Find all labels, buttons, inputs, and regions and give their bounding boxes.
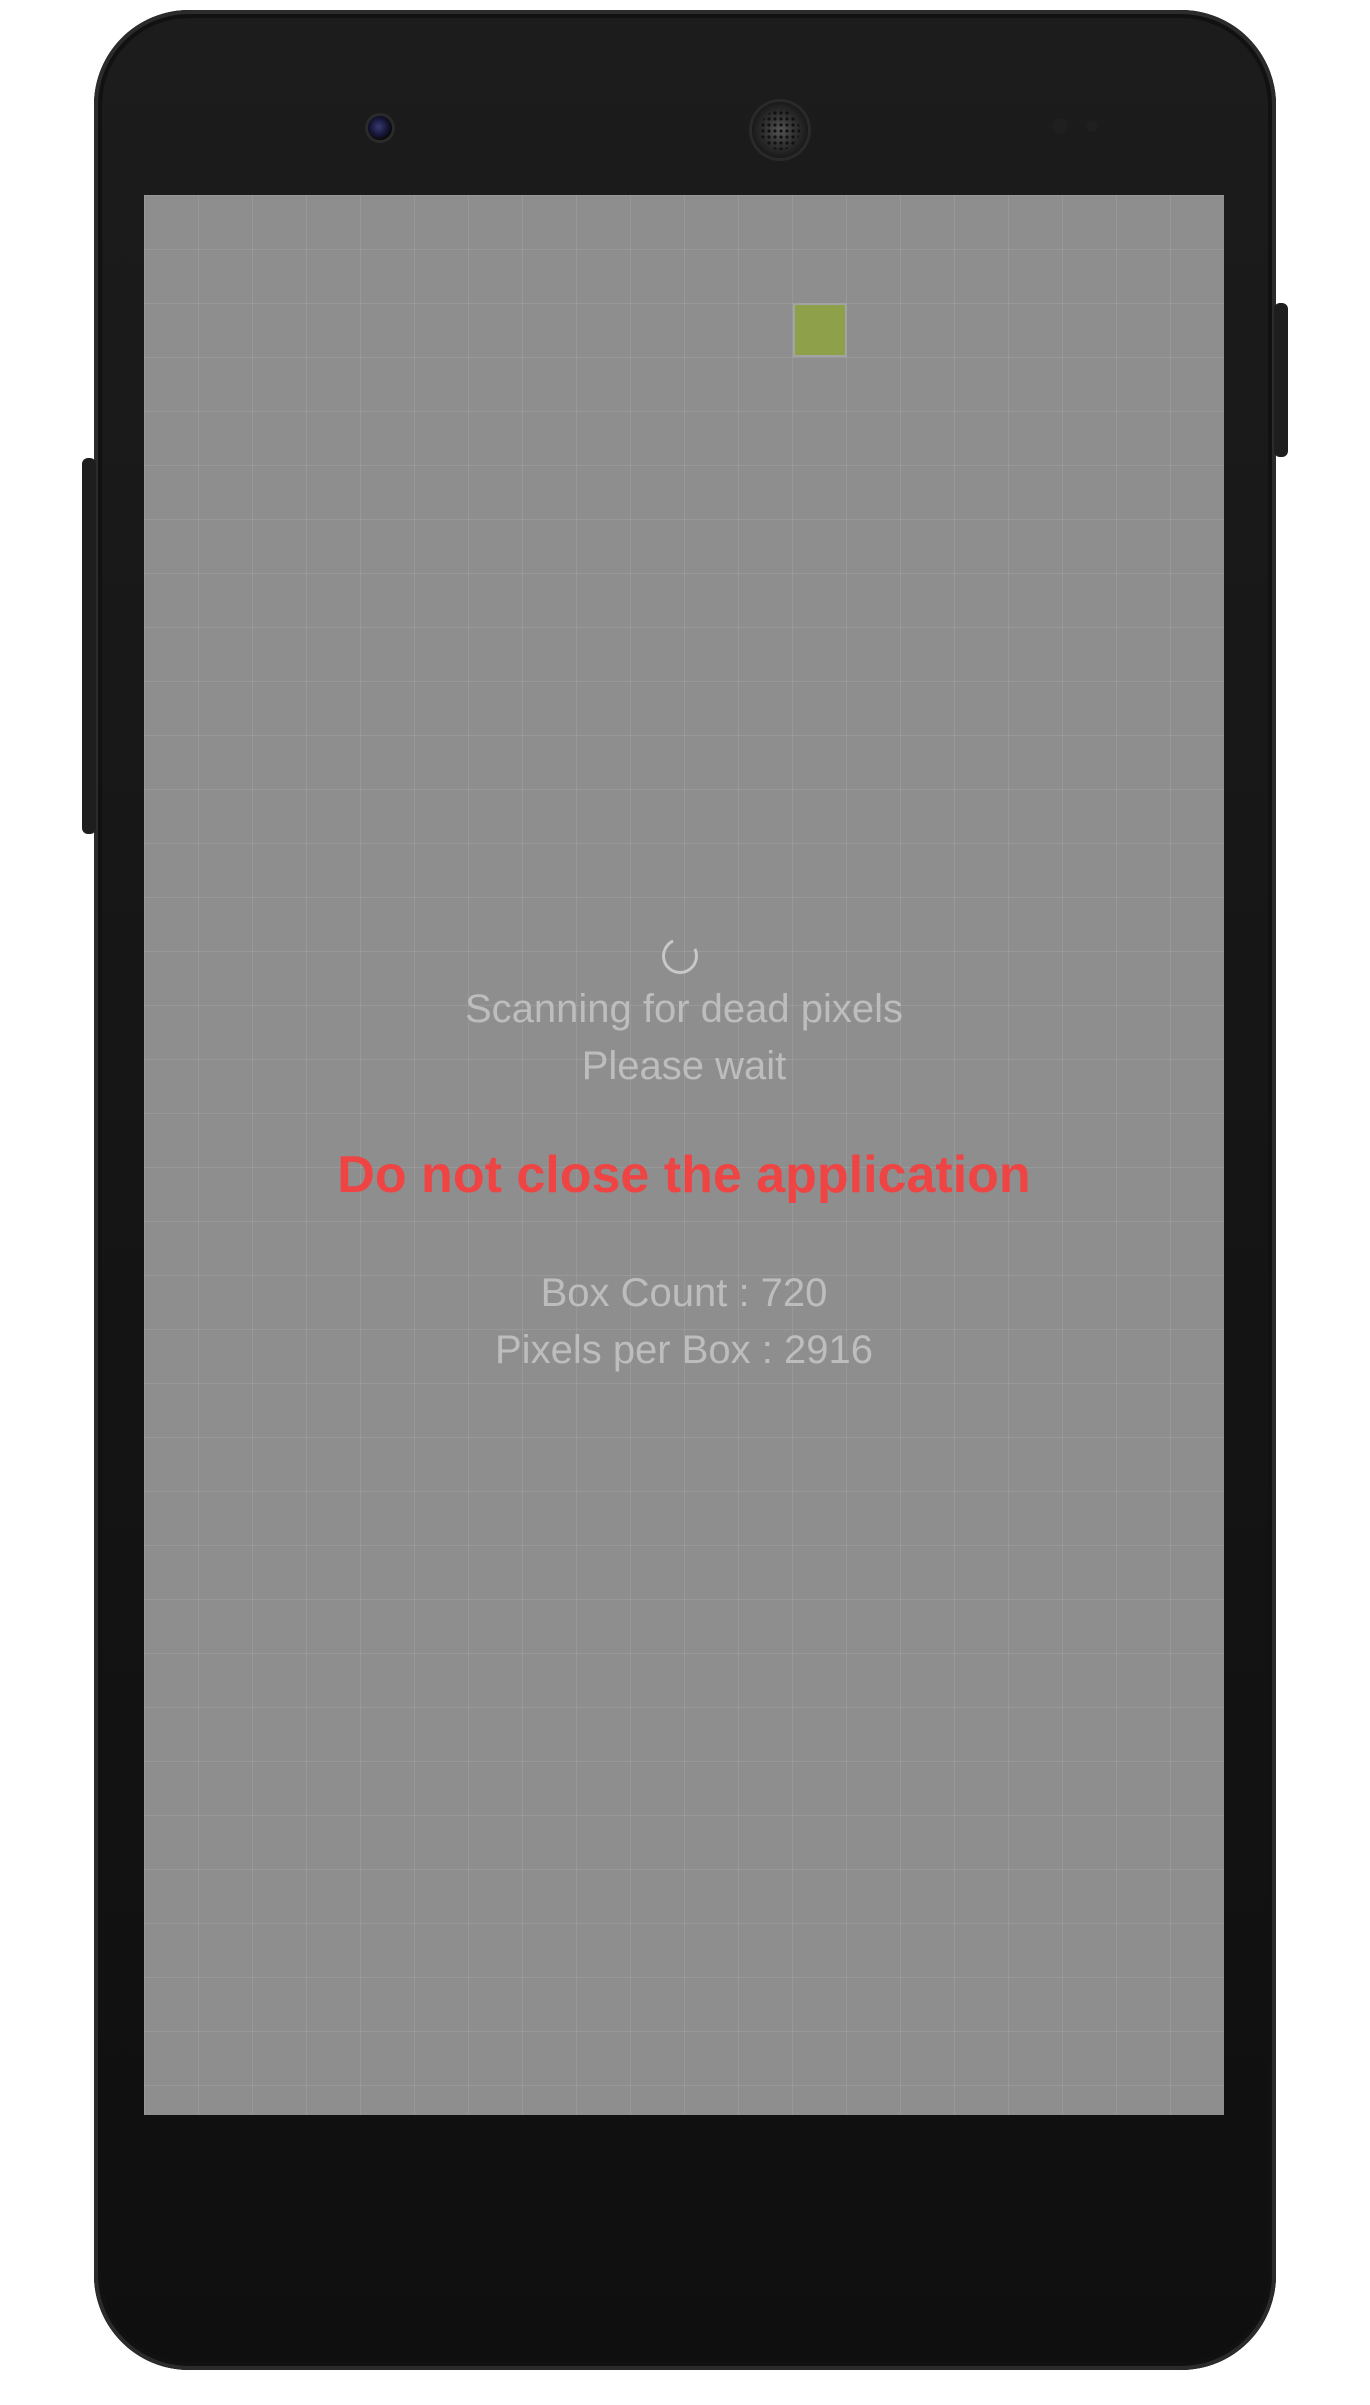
power-button[interactable] xyxy=(1274,303,1288,457)
earpiece-speaker xyxy=(752,102,808,158)
loading-spinner-icon xyxy=(656,932,704,980)
pixels-per-box-text: Pixels per Box : 2916 xyxy=(495,1328,873,1372)
proximity-sensor xyxy=(1052,118,1068,134)
dead-pixel-test-screen: Scanning for dead pixels Please wait Do … xyxy=(144,195,1224,2115)
warning-text: Do not close the application xyxy=(337,1146,1031,1204)
front-camera xyxy=(368,116,392,140)
please-wait-text: Please wait xyxy=(581,1044,787,1088)
light-sensor xyxy=(1086,120,1098,132)
active-test-box xyxy=(793,303,847,357)
scan-status-text: Scanning for dead pixels xyxy=(464,987,904,1031)
volume-button[interactable] xyxy=(82,458,96,834)
box-count-text: Box Count : 720 xyxy=(540,1271,828,1315)
